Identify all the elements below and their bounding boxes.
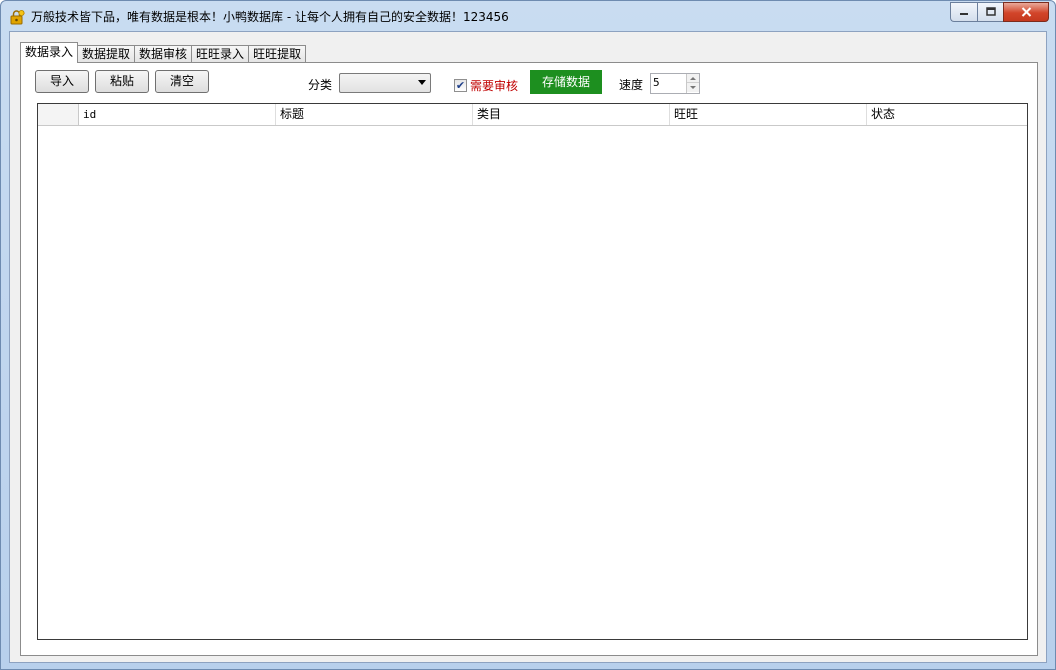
row-header-corner[interactable]	[38, 104, 79, 125]
tab-strip: 数据录入 数据提取 数据审核 旺旺录入 旺旺提取	[20, 41, 307, 63]
client-area: 数据录入 数据提取 数据审核 旺旺录入 旺旺提取 导入 粘贴 清空 分类 ✔ 需…	[9, 31, 1047, 663]
category-select[interactable]	[339, 73, 431, 93]
duck-lock-icon	[10, 10, 25, 25]
data-entry-panel: 导入 粘贴 清空 分类 ✔ 需要审核 存储数据 速度 5 id 标题 类目 旺旺…	[20, 62, 1038, 656]
maximize-button[interactable]	[977, 2, 1003, 22]
check-icon: ✔	[455, 79, 466, 92]
tab-data-review[interactable]: 数据审核	[134, 45, 193, 63]
data-grid[interactable]: id 标题 类目 旺旺 状态	[37, 103, 1028, 640]
column-header-status[interactable]: 状态	[867, 104, 1027, 125]
clear-button[interactable]: 清空	[155, 70, 209, 93]
close-button[interactable]	[1003, 2, 1049, 22]
chevron-down-icon	[418, 80, 426, 85]
tab-wangwang-entry[interactable]: 旺旺录入	[191, 45, 250, 63]
minimize-icon	[960, 13, 968, 15]
category-label: 分类	[308, 78, 333, 92]
speed-stepper[interactable]: 5	[650, 73, 700, 94]
import-button[interactable]: 导入	[35, 70, 89, 93]
maximize-icon	[985, 7, 996, 16]
column-header-wangwang[interactable]: 旺旺	[670, 104, 867, 125]
minimize-button[interactable]	[950, 2, 977, 22]
grid-header: id 标题 类目 旺旺 状态	[38, 104, 1027, 126]
arrow-down-icon	[690, 86, 696, 89]
need-review-checkbox[interactable]: ✔	[454, 79, 467, 92]
save-data-button[interactable]: 存储数据	[530, 70, 602, 94]
speed-spin-buttons	[686, 74, 699, 93]
paste-button[interactable]: 粘贴	[95, 70, 149, 93]
column-header-title[interactable]: 标题	[276, 104, 473, 125]
column-header-id[interactable]: id	[79, 104, 276, 125]
speed-label: 速度	[619, 78, 644, 92]
spin-up-button[interactable]	[687, 74, 699, 83]
need-review-label[interactable]: 需要审核	[470, 77, 518, 94]
arrow-up-icon	[690, 76, 696, 80]
column-header-category[interactable]: 类目	[473, 104, 670, 125]
speed-value[interactable]: 5	[653, 76, 660, 89]
close-icon	[1021, 7, 1031, 17]
main-window: 万般技术皆下品，唯有数据是根本！小鸭数据库 - 让每个人拥有自己的安全数据！12…	[0, 0, 1056, 670]
title-bar[interactable]: 万般技术皆下品，唯有数据是根本！小鸭数据库 - 让每个人拥有自己的安全数据！12…	[1, 1, 1055, 31]
tab-wangwang-extract[interactable]: 旺旺提取	[248, 45, 307, 63]
window-controls	[950, 2, 1049, 22]
tab-data-extract[interactable]: 数据提取	[77, 45, 136, 63]
window-title: 万般技术皆下品，唯有数据是根本！小鸭数据库 - 让每个人拥有自己的安全数据！12…	[31, 10, 509, 24]
tab-data-entry[interactable]: 数据录入	[20, 42, 79, 63]
spin-down-button[interactable]	[687, 83, 699, 92]
